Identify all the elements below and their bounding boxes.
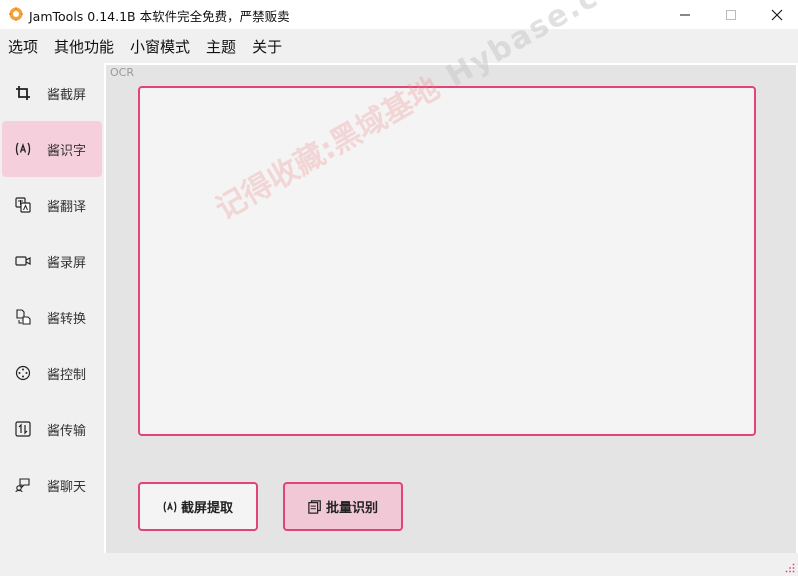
window-title: JamTools 0.14.1B 本软件完全免费，严禁贩卖	[29, 9, 290, 24]
section-label: OCR	[110, 66, 134, 79]
menu-theme[interactable]: 主题	[206, 36, 236, 57]
screenshot-extract-label: 截屏提取	[180, 501, 233, 516]
text-recognition-icon	[14, 140, 32, 158]
sidebar-item-label: 酱控制	[47, 367, 87, 383]
sidebar: 酱截屏 酱识字 酱翻译 酱录屏 酱转换 酱控制 酱传输 酱聊天	[0, 63, 104, 553]
status-bar	[0, 553, 798, 576]
menu-other-functions[interactable]: 其他功能	[54, 36, 114, 57]
app-logo-icon	[8, 6, 24, 22]
maximize-icon	[726, 9, 736, 20]
close-button[interactable]	[754, 0, 798, 29]
transfer-icon	[14, 420, 32, 438]
sidebar-item-label: 酱翻译	[47, 199, 87, 215]
documents-icon	[308, 499, 322, 514]
resize-grip-icon[interactable]	[785, 563, 795, 573]
file-convert-icon	[14, 308, 32, 326]
sidebar-item-label: 酱截屏	[47, 87, 87, 103]
menu-small-window-mode[interactable]: 小窗模式	[130, 36, 190, 57]
text-recognition-icon	[163, 500, 177, 514]
menu-options[interactable]: 选项	[8, 36, 38, 57]
sidebar-item-label: 酱传输	[47, 423, 87, 439]
sidebar-item-record[interactable]: 酱录屏	[2, 233, 102, 289]
batch-recognize-label: 批量识别	[325, 501, 378, 516]
screenshot-extract-button[interactable]: 截屏提取	[138, 482, 258, 531]
translate-icon	[14, 196, 32, 214]
sidebar-item-convert[interactable]: 酱转换	[2, 289, 102, 345]
sidebar-item-control[interactable]: 酱控制	[2, 345, 102, 401]
close-icon	[771, 9, 783, 20]
title-bar: JamTools 0.14.1B 本软件完全免费，严禁贩卖	[0, 0, 798, 29]
remote-control-icon	[14, 364, 32, 382]
menu-about[interactable]: 关于	[252, 36, 282, 57]
sidebar-item-ocr[interactable]: 酱识字	[2, 121, 102, 177]
sidebar-item-label: 酱转换	[47, 311, 87, 327]
sidebar-item-label: 酱识字	[47, 143, 87, 159]
minimize-icon	[680, 14, 690, 15]
crop-icon	[14, 84, 32, 102]
sidebar-item-label: 酱聊天	[47, 479, 87, 495]
sidebar-item-chat[interactable]: 酱聊天	[2, 457, 102, 513]
menu-bar: 选项 其他功能 小窗模式 主题 关于	[0, 29, 798, 63]
ocr-panel: OCR 记得收藏:黑域基地Hybase.com 截屏提取 批量识别	[104, 0, 796, 553]
minimize-button[interactable]	[662, 0, 708, 29]
chat-icon	[14, 476, 32, 494]
ocr-result-textarea[interactable]	[138, 86, 756, 436]
batch-recognize-button[interactable]: 批量识别	[283, 482, 403, 531]
sidebar-item-screenshot[interactable]: 酱截屏	[2, 65, 102, 121]
sidebar-item-transfer[interactable]: 酱传输	[2, 401, 102, 457]
sidebar-item-translate[interactable]: 酱翻译	[2, 177, 102, 233]
sidebar-item-label: 酱录屏	[47, 255, 87, 271]
video-camera-icon	[14, 252, 32, 270]
maximize-button[interactable]	[708, 0, 754, 29]
